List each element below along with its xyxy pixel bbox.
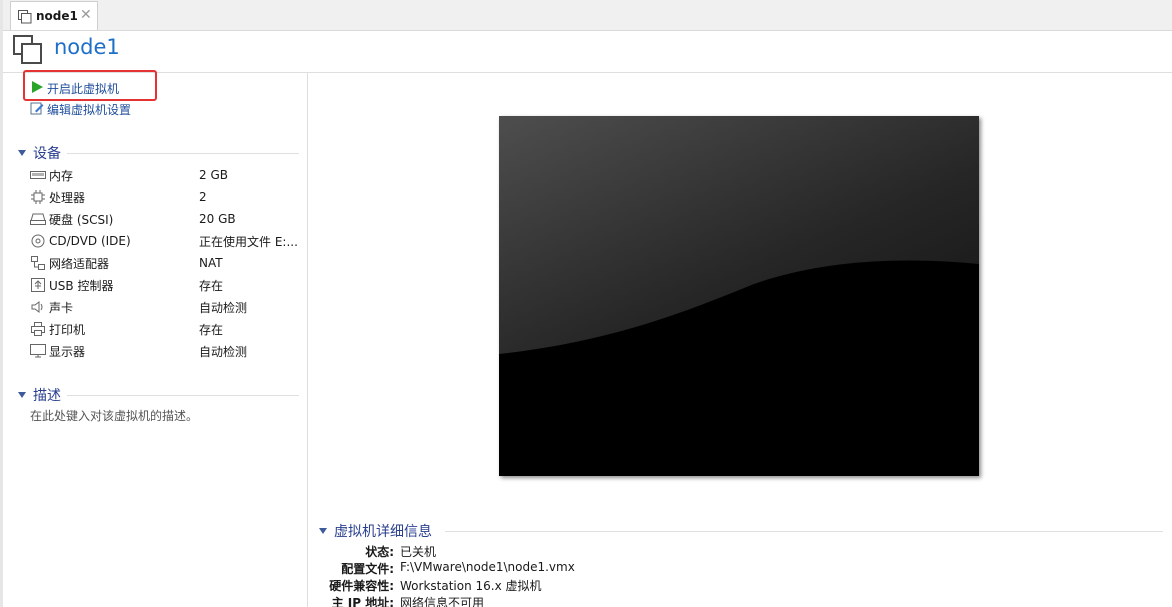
details-section-toggle[interactable]: 虚拟机详细信息 <box>319 522 432 540</box>
speaker-icon <box>30 299 46 315</box>
highlight-box <box>23 70 157 101</box>
divider <box>3 72 1172 73</box>
vm-screen-preview[interactable] <box>499 116 979 476</box>
device-name: CD/DVD (IDE) <box>49 234 131 248</box>
detail-row-hardware-compat: 硬件兼容性: Workstation 16.x 虚拟机 <box>0 577 1172 594</box>
device-row-network-adapter[interactable]: 网络适配器 NAT <box>30 253 300 273</box>
device-name: 显示器 <box>49 344 86 359</box>
usb-icon <box>30 277 46 293</box>
vm-tab-icon <box>18 10 32 27</box>
cpu-icon <box>30 189 46 205</box>
vm-icon <box>13 35 43 68</box>
hard-disk-icon <box>30 211 46 227</box>
description-field[interactable]: 在此处键入对该虚拟机的描述。 <box>30 407 198 424</box>
device-name: 网络适配器 <box>49 256 110 271</box>
section-divider <box>67 153 299 154</box>
device-value: 存在 <box>199 278 224 293</box>
device-name: 处理器 <box>49 190 86 205</box>
detail-key: 硬件兼容性: <box>329 579 394 593</box>
devices-section-title: 设备 <box>33 146 61 162</box>
device-row-sound-card[interactable]: 声卡 自动检测 <box>30 297 300 317</box>
detail-row-config-file: 配置文件: F:\VMware\node1\node1.vmx <box>0 560 1172 577</box>
devices-section-toggle[interactable]: 设备 <box>18 144 61 162</box>
collapse-triangle-icon <box>18 392 26 398</box>
panel-splitter[interactable] <box>307 73 308 607</box>
device-value: 2 GB <box>199 168 228 182</box>
edit-settings-icon <box>30 101 44 118</box>
detail-key: 配置文件: <box>341 562 394 576</box>
device-row-memory[interactable]: 内存 2 GB <box>30 165 300 185</box>
device-name: USB 控制器 <box>49 278 114 293</box>
detail-value: Workstation 16.x 虚拟机 <box>400 579 542 593</box>
tab-node1[interactable]: node1 ✕ <box>10 1 98 30</box>
device-name: 硬盘 (SCSI) <box>49 212 114 227</box>
device-value: 存在 <box>199 322 224 337</box>
description-section-title: 描述 <box>33 388 61 404</box>
device-name: 内存 <box>49 168 74 183</box>
collapse-triangle-icon <box>319 528 327 534</box>
device-row-printer[interactable]: 打印机 存在 <box>30 319 300 339</box>
printer-icon <box>30 321 46 337</box>
device-row-usb-controller[interactable]: USB 控制器 存在 <box>30 275 300 295</box>
device-name: 声卡 <box>49 300 74 315</box>
page-title: node1 <box>54 35 120 59</box>
close-icon[interactable]: ✕ <box>80 7 92 23</box>
device-value: NAT <box>199 256 223 270</box>
edit-vm-settings-link[interactable]: 编辑虚拟机设置 <box>30 100 131 118</box>
monitor-icon <box>30 343 46 359</box>
tab-label: node1 <box>36 9 78 23</box>
device-value: 自动检测 <box>199 300 248 315</box>
detail-value: F:\VMware\node1\node1.vmx <box>400 560 575 574</box>
device-value: 自动检测 <box>199 344 248 359</box>
device-row-processor[interactable]: 处理器 2 <box>30 187 300 207</box>
section-divider <box>67 395 299 396</box>
tab-bar: node1 ✕ <box>0 0 1172 31</box>
detail-key: 主 IP 地址: <box>331 596 394 607</box>
detail-value: 网络信息不可用 <box>400 596 485 607</box>
device-row-hard-disk[interactable]: 硬盘 (SCSI) 20 GB <box>30 209 300 229</box>
detail-key: 状态: <box>365 545 394 559</box>
device-row-cd-dvd[interactable]: CD/DVD (IDE) 正在使用文件 E:... <box>30 231 300 251</box>
detail-row-state: 状态: 已关机 <box>0 543 1172 560</box>
details-section-title: 虚拟机详细信息 <box>334 524 432 540</box>
device-row-display[interactable]: 显示器 自动检测 <box>30 341 300 361</box>
memory-icon <box>30 167 46 183</box>
edit-vm-settings-label: 编辑虚拟机设置 <box>47 102 132 117</box>
collapse-triangle-icon <box>18 150 26 156</box>
detail-value: 已关机 <box>400 545 437 559</box>
description-section-toggle[interactable]: 描述 <box>18 386 61 404</box>
detail-row-ip-address: 主 IP 地址: 网络信息不可用 <box>0 594 1172 607</box>
cd-dvd-icon <box>30 233 46 249</box>
network-adapter-icon <box>30 255 46 271</box>
window-edge <box>0 0 3 607</box>
device-name: 打印机 <box>49 322 86 337</box>
device-value: 正在使用文件 E:... <box>199 234 298 249</box>
device-value: 2 <box>199 190 207 204</box>
device-value: 20 GB <box>199 212 236 226</box>
section-divider <box>445 531 1163 532</box>
